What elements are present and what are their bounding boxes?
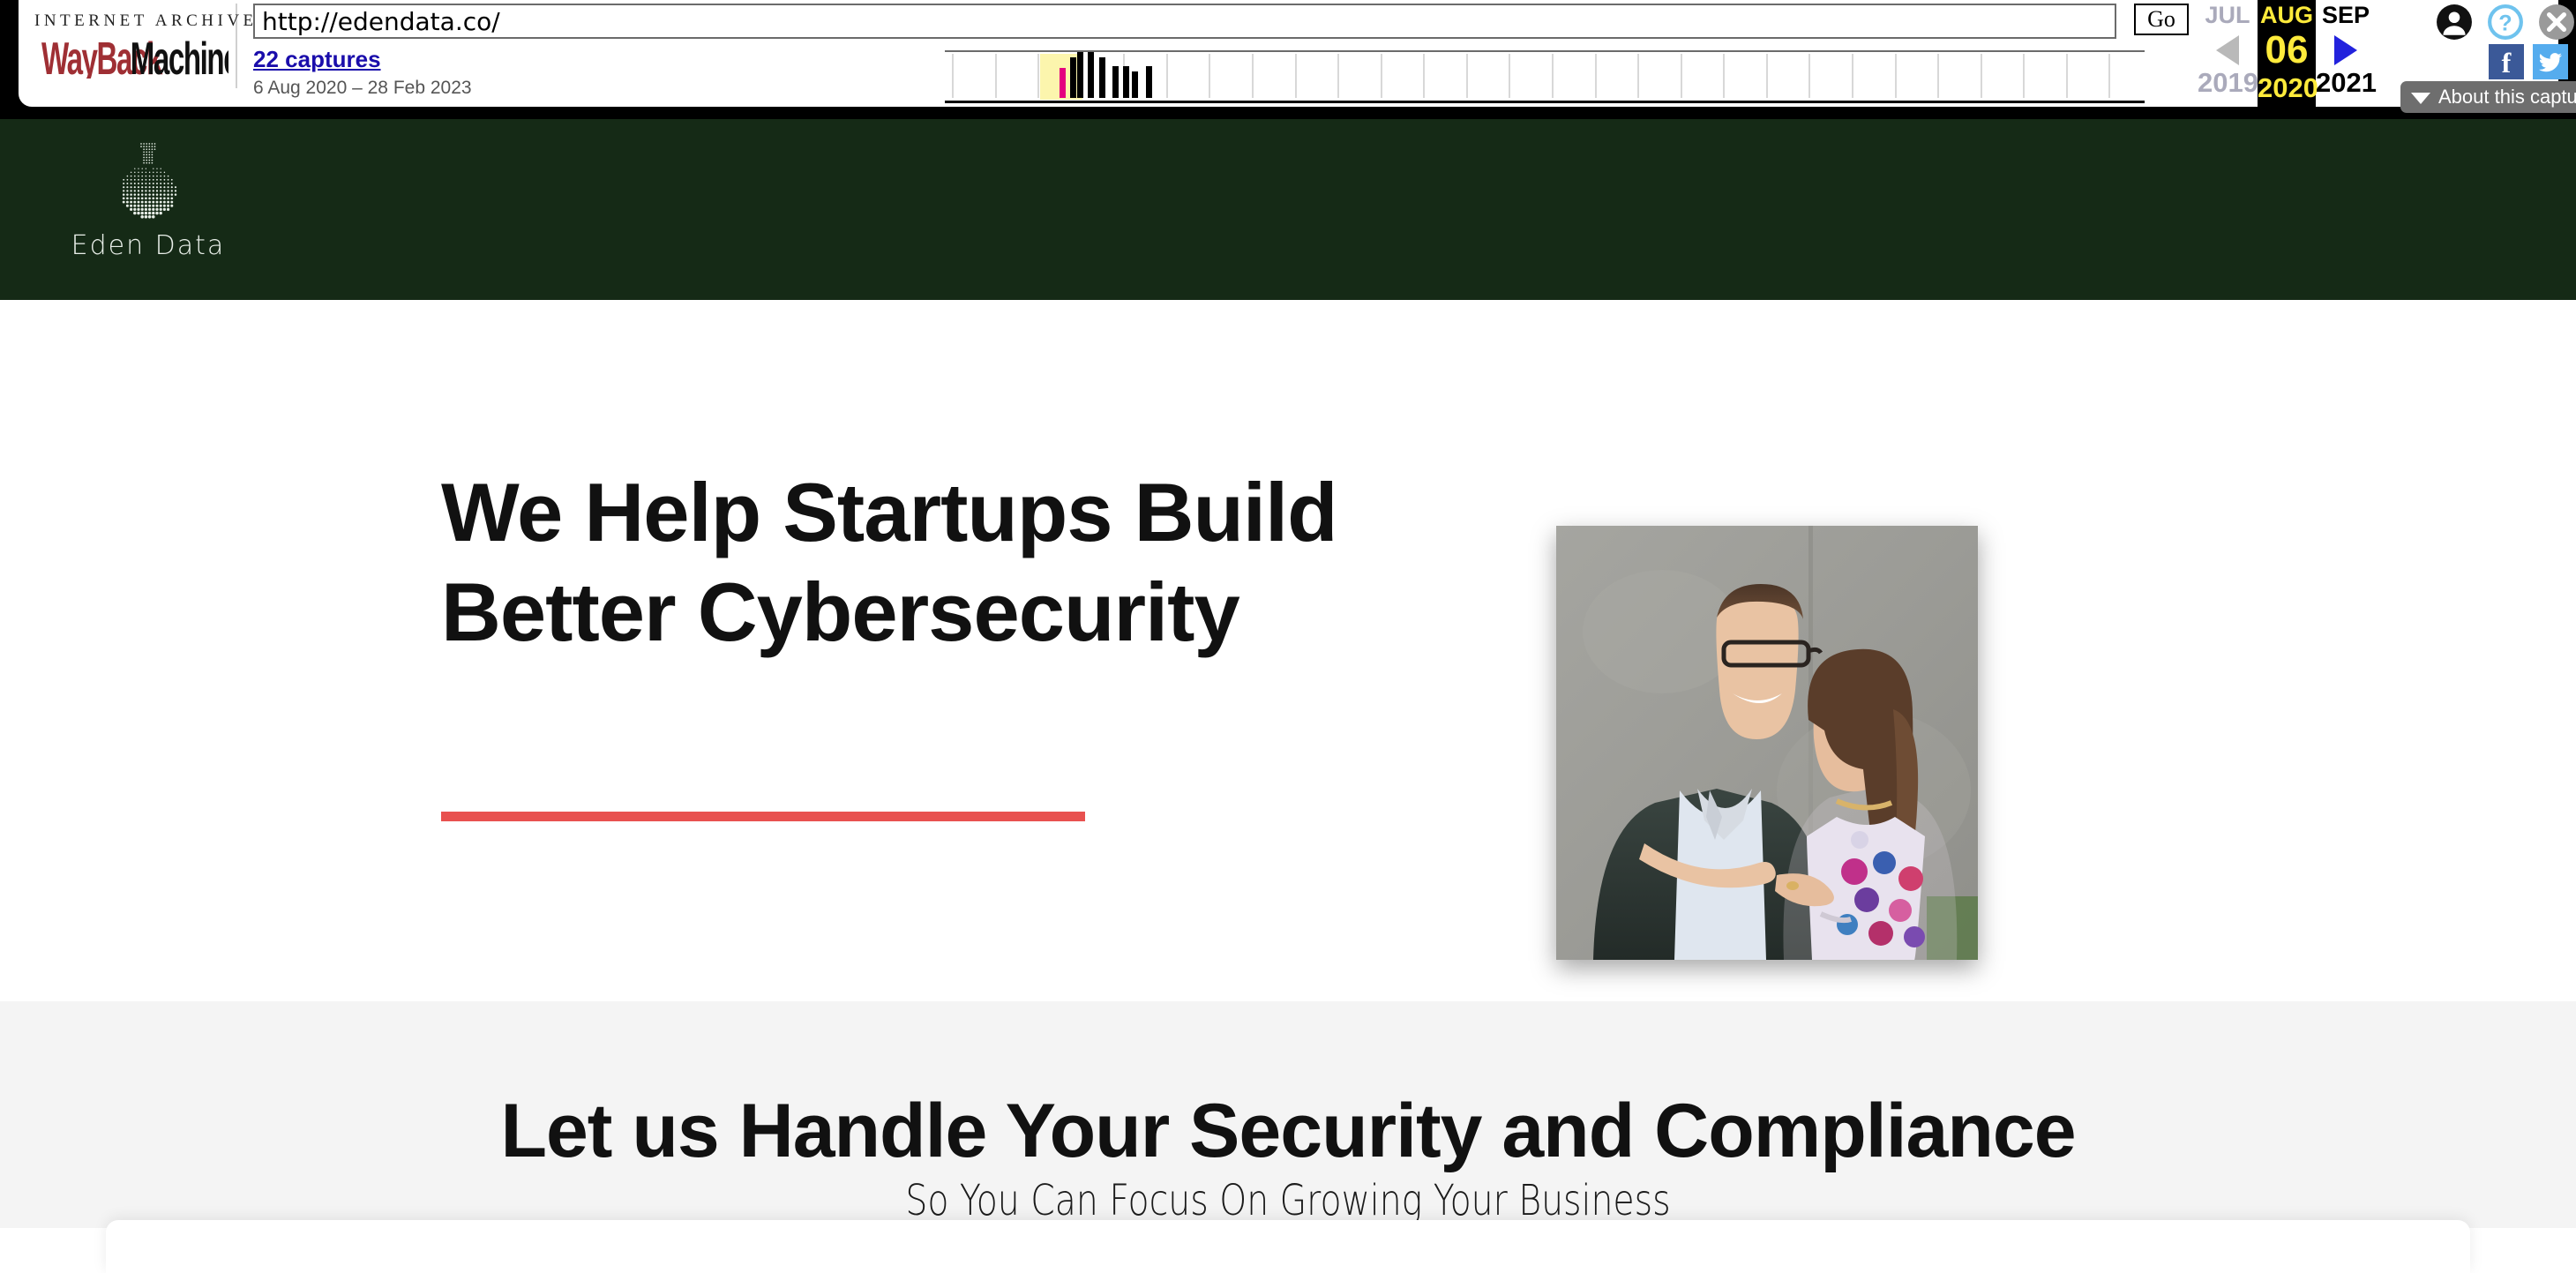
timeline-year-tick <box>1681 54 1682 98</box>
next-month-label: SEP <box>2321 2 2370 28</box>
current-month-label: AUG <box>2260 2 2313 28</box>
prev-capture-button[interactable]: JUL 2019 <box>2198 0 2258 113</box>
caret-down-icon <box>2411 92 2430 104</box>
wayback-logo[interactable]: INTERNET ARCHIVE WayBack Machine <box>34 4 258 88</box>
next-year-label: 2021 <box>2316 67 2377 98</box>
band-heading: Let us Handle Your Security and Complian… <box>500 1089 2076 1173</box>
social-share-group: f <box>2489 44 2570 79</box>
brand-name-label: Eden Data <box>71 230 226 261</box>
close-x-icon[interactable] <box>2538 4 2575 41</box>
timeline-year-tick <box>1252 54 1254 98</box>
brand-logo-block[interactable]: Eden Data <box>42 137 254 261</box>
value-prop-band: Let us Handle Your Security and Complian… <box>0 1001 2576 1273</box>
current-capture-date: AUG 06 2020 <box>2258 0 2318 113</box>
timeline-year-tick <box>1895 54 1897 98</box>
timeline-year-tick <box>1166 54 1168 98</box>
timeline-year-tick <box>1937 54 1939 98</box>
headline-underline <box>441 812 1085 821</box>
prev-month-label: JUL <box>2205 2 2250 28</box>
capture-timeline[interactable] <box>945 50 2145 103</box>
current-day-label: 06 <box>2265 28 2309 71</box>
timeline-year-tick <box>1981 54 1982 98</box>
timeline-year-tick <box>952 54 954 98</box>
next-capture-button[interactable]: SEP 2021 <box>2316 0 2377 113</box>
hero-headline-line2: Better Cybersecurity <box>441 565 1240 658</box>
timeline-capture-bar[interactable] <box>1088 52 1094 98</box>
svg-text:f: f <box>2502 47 2512 79</box>
hero-headline: We Help Startups Build Better Cybersecur… <box>441 463 1464 663</box>
archived-page: Eden Data We Help Startups Build Better … <box>0 119 2576 1273</box>
wayback-toolbar-panel: INTERNET ARCHIVE WayBack Machine 22 capt… <box>12 0 2576 113</box>
capture-date-range: 6 Aug 2020 – 28 Feb 2023 <box>253 78 472 98</box>
svg-text:?: ? <box>2498 11 2512 35</box>
timeline-year-tick <box>2066 54 2068 98</box>
wayback-machine-logo-icon: WayBack Machine <box>41 34 228 79</box>
timeline-capture-bar[interactable] <box>1099 57 1105 98</box>
chevron-right-icon <box>2334 35 2357 65</box>
timeline-year-tick <box>1852 54 1853 98</box>
timeline-capture-bar[interactable] <box>1146 66 1152 98</box>
timeline-year-tick <box>1466 54 1468 98</box>
current-year-label: 2020 <box>2258 72 2318 103</box>
timeline-year-tick <box>1381 54 1382 98</box>
timeline-year-tick <box>1295 54 1297 98</box>
go-button[interactable]: Go <box>2134 4 2189 35</box>
timeline-year-tick <box>1766 54 1768 98</box>
timeline-year-tick <box>1552 54 1554 98</box>
band-card-top <box>106 1220 2470 1273</box>
hero-photo <box>1556 526 1978 960</box>
timeline-year-tick <box>1037 54 1039 98</box>
timeline-year-tick <box>995 54 997 98</box>
about-this-capture-button[interactable]: About this capture <box>2400 81 2576 113</box>
timeline-year-tick <box>1509 54 1510 98</box>
wayback-machine-wordmark: WayBack Machine <box>34 33 236 83</box>
about-this-capture-label: About this capture <box>2438 86 2576 108</box>
user-account-icon[interactable] <box>2436 4 2473 41</box>
site-header: Eden Data <box>0 119 2576 300</box>
timeline-capture-bar[interactable] <box>1123 66 1129 98</box>
timeline-capture-current[interactable] <box>1060 68 1066 98</box>
timeline-year-tick <box>1808 54 1810 98</box>
hero-section: We Help Startups Build Better Cybersecur… <box>0 300 2576 1187</box>
twitter-icon[interactable] <box>2533 44 2568 79</box>
hero-headline-line1: We Help Startups Build <box>441 466 1338 558</box>
svg-text:Machine: Machine <box>131 34 228 79</box>
timeline-year-tick <box>1337 54 1339 98</box>
timeline-capture-bar[interactable] <box>1070 57 1076 98</box>
timeline-year-tick <box>1595 54 1597 98</box>
timeline-capture-bar[interactable] <box>1112 66 1119 98</box>
timeline-year-tick <box>2108 54 2110 98</box>
dotted-apple-logo-icon <box>122 143 177 219</box>
twitter-glyph <box>2538 53 2563 72</box>
timeline-year-tick <box>1423 54 1425 98</box>
url-input[interactable] <box>253 4 2116 39</box>
chevron-left-icon <box>2216 35 2239 65</box>
facebook-icon[interactable]: f <box>2489 44 2524 79</box>
band-subheading: So You Can Focus On Growing Your Busines… <box>905 1176 1671 1225</box>
timeline-capture-bar[interactable] <box>1132 71 1138 98</box>
timeline-capture-bar[interactable] <box>1077 52 1083 98</box>
facebook-glyph: f <box>2502 47 2512 79</box>
captures-link[interactable]: 22 captures <box>253 46 381 73</box>
wayback-toolbar: INTERNET ARCHIVE WayBack Machine 22 capt… <box>0 0 2576 119</box>
couple-portrait-photo <box>1556 526 1978 960</box>
timeline-year-tick <box>1209 54 1210 98</box>
timeline-year-tick <box>1723 54 1725 98</box>
prev-year-label: 2019 <box>2198 67 2258 98</box>
timeline-year-tick <box>1637 54 1639 98</box>
help-question-icon[interactable]: ? <box>2487 4 2524 41</box>
timeline-year-tick <box>2023 54 2025 98</box>
internet-archive-label: INTERNET ARCHIVE <box>34 11 258 30</box>
